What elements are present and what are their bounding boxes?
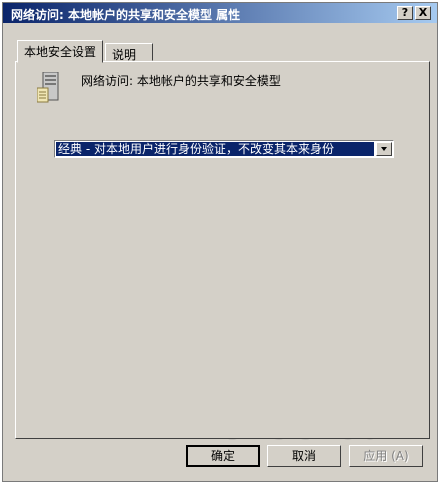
help-button[interactable]: ? bbox=[397, 6, 413, 20]
cancel-button[interactable]: 取消 bbox=[267, 445, 341, 467]
tab-label: 说明 bbox=[112, 48, 137, 62]
close-button[interactable]: X bbox=[415, 6, 431, 20]
policy-name: 网络访问: 本地帐户的共享和安全模型 bbox=[81, 74, 281, 88]
security-model-dropdown[interactable]: 经典 - 对本地用户进行身份验证，不改变其本来身份 bbox=[54, 140, 394, 158]
server-icon bbox=[37, 72, 59, 103]
window-title: 网络访问: 本地帐户的共享和安全模型 属性 bbox=[11, 8, 241, 22]
tab-local-security-setting[interactable]: 本地安全设置 bbox=[17, 40, 103, 63]
properties-dialog: 网络访问: 本地帐户的共享和安全模型 属性 ? X 本地安全设置 说明 网络访问… bbox=[2, 2, 438, 482]
dropdown-selected-value: 经典 - 对本地用户进行身份验证，不改变其本来身份 bbox=[56, 142, 374, 156]
tab-label: 本地安全设置 bbox=[24, 45, 97, 59]
ok-button[interactable]: 确定 bbox=[186, 445, 260, 467]
apply-button[interactable]: 应用 (A) bbox=[349, 445, 423, 467]
tab-explain[interactable]: 说明 bbox=[105, 43, 153, 62]
tab-panel: 网络访问: 本地帐户的共享和安全模型 经典 - 对本地用户进行身份验证，不改变其… bbox=[15, 61, 430, 439]
title-bar[interactable]: 网络访问: 本地帐户的共享和安全模型 属性 ? X bbox=[3, 3, 437, 23]
chevron-down-icon[interactable] bbox=[376, 142, 392, 156]
